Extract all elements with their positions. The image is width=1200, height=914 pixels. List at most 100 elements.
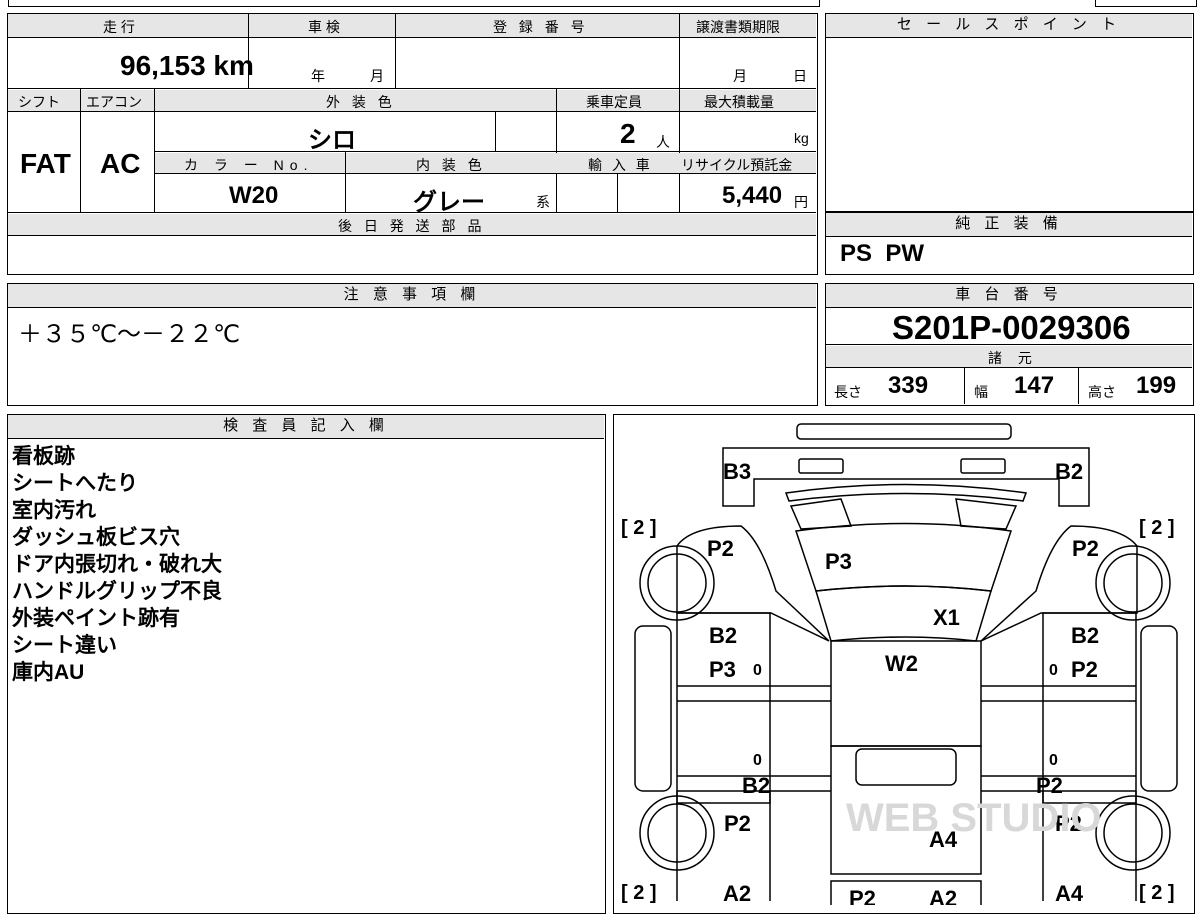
vehicle-diagram: B3 B2 P2 P3 P2 X1 B2 P3 W2 B2 P2 B2 P2 P… — [621, 423, 1178, 905]
inspector-line: シートへたり — [12, 472, 138, 495]
chassis-value: S201P-0029306 — [892, 309, 1131, 346]
width-label: 幅 — [974, 384, 988, 400]
top-edge-strip-right — [1095, 0, 1197, 7]
genuine-equipment-label: 純 正 装 備 — [826, 213, 1192, 237]
rear-right-wheel — [1095, 795, 1171, 871]
front-bumper-bar — [796, 423, 1012, 440]
color-no-value: W20 — [229, 182, 279, 209]
zero-mark: 0 — [1049, 752, 1058, 769]
left-headlight — [798, 458, 844, 474]
exterior-color-value: シロ — [308, 127, 356, 154]
tire-mark-bl: [ 2 ] — [621, 882, 657, 904]
mark-b2-top: B2 — [1055, 459, 1083, 484]
aircon-label: エアコン — [86, 94, 142, 110]
zero-mark: 0 — [753, 662, 762, 679]
shift-label: シフト — [18, 94, 60, 110]
mark-w2: W2 — [885, 651, 918, 676]
later-parts-label: 後 日 発 送 部 品 — [338, 218, 486, 234]
watermark: WEB STUDIO — [846, 796, 1102, 840]
inspector-line: シート違い — [12, 634, 117, 657]
capacity-label: 乗車定員 — [586, 94, 642, 110]
height-value: 199 — [1136, 372, 1177, 399]
notes-box: 注 意 事 項 欄 ＋３５℃～－２２℃ — [7, 283, 818, 406]
tire-mark-br: [ 2 ] — [1139, 882, 1175, 904]
width-value: 147 — [1014, 372, 1055, 399]
front-right-fender — [980, 525, 1138, 642]
tire-mark-tl: [ 2 ] — [621, 517, 657, 539]
inspection-label: 車 検 — [308, 19, 340, 35]
front-panel — [722, 447, 1090, 507]
right-mirror — [955, 498, 1018, 530]
recycle-value: 5,440 — [722, 182, 783, 209]
front-right-wheel-inner — [1103, 553, 1163, 613]
mark-b3: B3 — [723, 459, 751, 484]
right-headlight — [960, 458, 1006, 474]
exterior-color-label: 外 装 色 — [326, 94, 396, 110]
inspector-line: 看板跡 — [12, 445, 75, 468]
inspector-line: 庫内AU — [12, 661, 85, 684]
inspector-line: ドア内張切れ・破れ大 — [12, 553, 222, 576]
genuine-equipment-value: PS PW — [840, 240, 925, 267]
color-no-label: カ ラ ー No. — [184, 157, 314, 173]
specs-label: 諸 元 — [988, 350, 1038, 366]
notes-value: ＋３５℃～－２２℃ — [18, 321, 240, 348]
mark-a4-right: A4 — [1055, 881, 1084, 905]
genuine-equipment-box: 純 正 装 備 PS PW — [825, 212, 1194, 275]
deadline-day-unit: 日 — [793, 68, 807, 84]
chassis-box: 車 台 番 号 S201P-0029306 諸 元 長さ 339 幅 147 高… — [825, 283, 1194, 406]
sales-point-box: セ ー ル ス ポ イ ン ト — [825, 13, 1194, 212]
tire-mark-tr: [ 2 ] — [1139, 517, 1175, 539]
recycle-unit: 円 — [794, 194, 808, 210]
max-load-unit: kg — [794, 130, 809, 146]
import-label: 輸 入 車 — [588, 157, 653, 173]
mileage-value: 96,153 km — [120, 50, 254, 81]
diagram-box: B3 B2 P2 P3 P2 X1 B2 P3 W2 B2 P2 B2 P2 P… — [613, 414, 1195, 914]
mark-a2-left: A2 — [723, 881, 751, 905]
front-left-fender — [676, 525, 830, 642]
registration-label: 登 録 番 号 — [493, 19, 589, 35]
aircon-value: AC — [100, 148, 141, 179]
mileage-label: 走 行 — [103, 19, 135, 35]
length-label: 長さ — [834, 384, 862, 400]
interior-color-label: 内 装 色 — [416, 157, 486, 173]
length-value: 339 — [888, 372, 929, 399]
zero-mark: 0 — [1049, 662, 1058, 679]
mark-p2-lower-right: P2 — [1036, 773, 1063, 798]
inspection-year-unit: 年 — [311, 68, 325, 84]
interior-color-suffix: 系 — [536, 194, 550, 210]
mark-p2-front-right: P2 — [1072, 536, 1099, 561]
mark-p2-rear-left: P2 — [724, 811, 751, 836]
notes-label: 注 意 事 項 欄 — [8, 284, 816, 308]
inspector-line: ダッシュ板ビス穴 — [12, 526, 180, 549]
rear-right-wheel-inner — [1103, 803, 1163, 863]
mark-p2-front-left: P2 — [707, 536, 734, 561]
mark-b2-lower-left: B2 — [742, 773, 770, 798]
deadline-month-unit: 月 — [733, 68, 747, 84]
rear-window — [855, 748, 957, 786]
mark-p2-bottom: P2 — [849, 886, 876, 905]
vehicle-info-box: 走 行 車 検 登 録 番 号 譲渡書類期限 96,153 km 年 月 月 日… — [7, 13, 818, 275]
inspector-lines: 看板跡 シートへたり 室内汚れ ダッシュ板ビス穴 ドア内張切れ・破れ大 ハンドル… — [12, 443, 222, 686]
mark-p2-right: P2 — [1071, 657, 1098, 682]
zero-mark: 0 — [753, 752, 762, 769]
top-edge-strip — [8, 0, 820, 7]
inspector-line: ハンドルグリップ不良 — [12, 580, 222, 603]
inspector-line: 外装ペイント跡有 — [12, 607, 180, 630]
sales-point-label: セ ー ル ス ポ イ ン ト — [826, 14, 1192, 38]
recycle-label: リサイクル預託金 — [681, 157, 793, 173]
windshield — [815, 585, 992, 642]
left-mirror — [789, 498, 853, 530]
capacity-unit: 人 — [656, 134, 670, 150]
inspector-label: 検 査 員 記 入 欄 — [8, 415, 604, 439]
right-step — [1140, 625, 1178, 792]
inspection-month-unit: 月 — [370, 68, 384, 84]
mark-p3-hood: P3 — [825, 549, 852, 574]
mark-b2-right: B2 — [1071, 623, 1099, 648]
mark-p3-left: P3 — [709, 657, 736, 682]
mark-x1: X1 — [933, 605, 960, 630]
mark-a2-bottom: A2 — [929, 886, 957, 905]
wiper-strip — [784, 483, 1028, 502]
front-right-wheel — [1095, 545, 1171, 621]
height-label: 高さ — [1088, 384, 1116, 400]
chassis-label: 車 台 番 号 — [826, 284, 1192, 308]
